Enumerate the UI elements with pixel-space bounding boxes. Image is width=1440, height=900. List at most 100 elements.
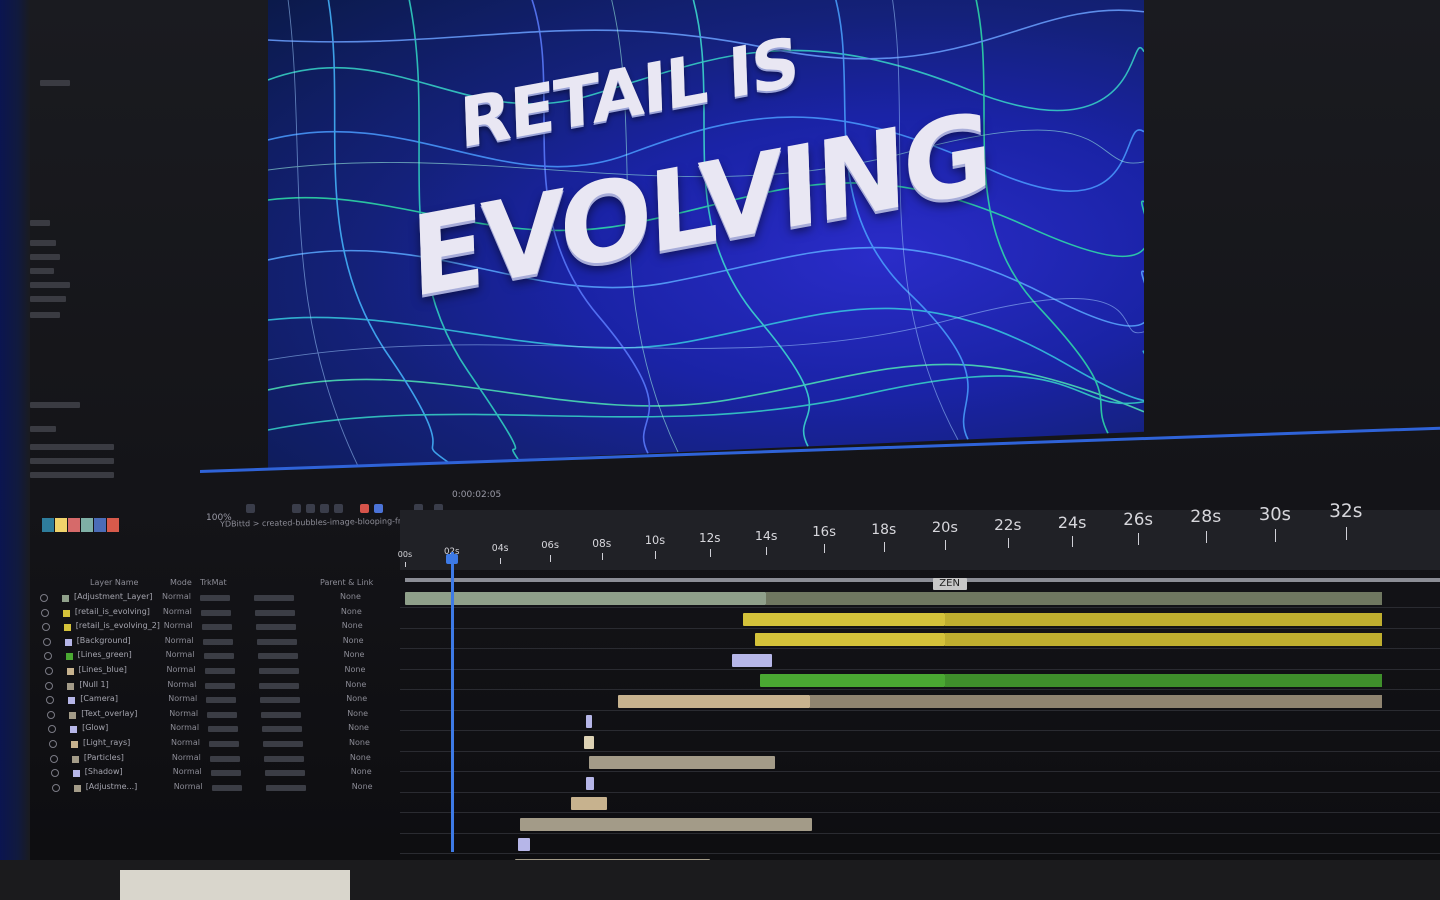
layer-switches[interactable] <box>254 595 294 601</box>
layer-switches[interactable] <box>256 638 297 645</box>
layer-row[interactable]: [retail_is_evolving_2] Normal None <box>41 621 402 634</box>
trkmat-dropdown[interactable] <box>200 609 231 616</box>
visibility-eye-icon[interactable] <box>45 681 54 690</box>
project-item[interactable] <box>30 472 114 478</box>
parent-dropdown[interactable]: None <box>345 665 366 674</box>
layer-duration-tail[interactable] <box>945 612 1382 626</box>
layer-blend-mode[interactable]: Normal <box>164 621 193 630</box>
layer-blend-mode[interactable]: Normal <box>162 592 191 601</box>
layer-label-color[interactable] <box>68 697 76 705</box>
visibility-eye-icon[interactable] <box>47 710 56 719</box>
layer-label-color[interactable] <box>71 755 79 763</box>
layer-switches[interactable] <box>257 653 298 660</box>
parent-dropdown[interactable]: None <box>348 723 369 732</box>
layer-label-color[interactable] <box>62 609 70 617</box>
layer-label-color[interactable] <box>73 784 81 792</box>
parent-dropdown[interactable]: None <box>344 650 365 659</box>
trkmat-dropdown[interactable] <box>209 755 240 762</box>
trkmat-dropdown[interactable] <box>208 726 239 733</box>
parent-dropdown[interactable]: None <box>345 680 366 689</box>
visibility-eye-icon[interactable] <box>40 608 49 617</box>
visibility-eye-icon[interactable] <box>46 696 55 705</box>
parent-dropdown[interactable]: None <box>343 636 364 645</box>
visibility-eye-icon[interactable] <box>42 637 51 646</box>
trkmat-dropdown[interactable] <box>209 741 239 747</box>
layer-label-color[interactable] <box>65 653 73 661</box>
project-item[interactable] <box>30 444 114 450</box>
playhead-line[interactable] <box>450 552 454 852</box>
layer-switches[interactable] <box>263 741 303 747</box>
layer-row[interactable]: [Text_overlay] Normal None <box>47 709 407 722</box>
layer-blend-mode[interactable]: Normal <box>174 782 203 791</box>
layer-label-color[interactable] <box>66 668 74 675</box>
layer-switches[interactable] <box>262 726 303 733</box>
layer-name[interactable]: [Adjustment_Layer] <box>74 592 152 601</box>
layer-name[interactable]: [Glow] <box>82 723 108 732</box>
parent-dropdown[interactable]: None <box>349 738 370 747</box>
layer-row[interactable]: [retail_is_evolving] Normal None <box>40 607 401 620</box>
layer-blend-mode[interactable]: Normal <box>167 665 196 674</box>
trkmat-dropdown[interactable] <box>202 638 233 645</box>
comp-marker[interactable]: ZEN <box>932 578 967 590</box>
trkmat-dropdown[interactable] <box>201 624 232 631</box>
project-item[interactable] <box>30 220 50 226</box>
layer-row[interactable]: [Background] Normal None <box>42 636 403 649</box>
visibility-eye-icon[interactable] <box>44 667 53 675</box>
trkmat-dropdown[interactable] <box>207 711 238 718</box>
layer-blend-mode[interactable]: Normal <box>165 636 194 645</box>
layer-bar[interactable] <box>405 592 767 605</box>
layer-bar[interactable] <box>583 735 594 749</box>
parent-dropdown[interactable]: None <box>342 621 363 630</box>
layer-duration-tail[interactable] <box>766 592 1382 605</box>
work-area-bar[interactable] <box>405 578 1440 582</box>
layer-row[interactable]: [Camera] Normal None <box>46 694 406 707</box>
project-item[interactable] <box>30 458 114 464</box>
layer-switches[interactable] <box>259 682 300 689</box>
parent-dropdown[interactable]: None <box>347 709 368 718</box>
layer-label-color[interactable] <box>64 638 72 646</box>
layer-name[interactable]: [Background] <box>77 636 131 645</box>
layer-duration-tail[interactable] <box>809 694 1382 708</box>
layer-name[interactable]: [Light_rays] <box>83 738 130 747</box>
project-item[interactable] <box>30 426 56 432</box>
visibility-eye-icon[interactable] <box>51 783 60 792</box>
layer-blend-mode[interactable]: Normal <box>171 738 200 747</box>
layer-bar[interactable] <box>617 694 810 708</box>
layer-bar[interactable] <box>732 653 772 667</box>
parent-dropdown[interactable]: None <box>352 782 373 791</box>
trkmat-dropdown[interactable] <box>203 653 234 660</box>
layer-row[interactable]: [Adjustme...] Normal None <box>51 782 412 795</box>
layer-name[interactable]: [Camera] <box>80 694 118 703</box>
project-item[interactable] <box>30 268 54 274</box>
layer-row[interactable]: [Particles] Normal None <box>49 753 410 766</box>
layer-bar[interactable] <box>760 674 945 687</box>
project-item[interactable] <box>30 312 60 318</box>
visibility-eye-icon[interactable] <box>49 740 57 748</box>
project-search[interactable] <box>30 402 80 408</box>
layer-duration-tail[interactable] <box>945 633 1382 646</box>
layer-label-color[interactable] <box>69 711 77 719</box>
project-item[interactable] <box>40 80 70 86</box>
layer-name[interactable]: [Lines_blue] <box>79 665 127 674</box>
layer-bar[interactable] <box>743 612 945 626</box>
parent-dropdown[interactable]: None <box>346 694 367 703</box>
layer-bar[interactable] <box>586 715 593 728</box>
layer-switches[interactable] <box>264 770 305 777</box>
visibility-eye-icon[interactable] <box>41 623 50 632</box>
layer-blend-mode[interactable]: Normal <box>172 753 201 762</box>
parent-dropdown[interactable]: None <box>340 592 361 601</box>
visibility-eye-icon[interactable] <box>43 652 52 661</box>
header-mode[interactable]: Mode <box>170 578 192 587</box>
layer-switches[interactable] <box>265 784 306 791</box>
layer-switches[interactable] <box>258 668 299 674</box>
layer-bar[interactable] <box>517 838 530 851</box>
layer-name[interactable]: [Lines_green] <box>78 650 132 659</box>
layer-name[interactable]: [Null 1] <box>79 680 108 689</box>
layer-row[interactable]: [Lines_green] Normal None <box>43 650 404 663</box>
header-parent[interactable]: Parent & Link <box>320 578 373 587</box>
header-trkmat[interactable]: TrkMat <box>200 578 227 587</box>
layer-switches[interactable] <box>263 755 304 762</box>
layer-blend-mode[interactable]: Normal <box>166 650 195 659</box>
layer-blend-mode[interactable]: Normal <box>167 680 196 689</box>
layer-switches[interactable] <box>260 697 301 704</box>
